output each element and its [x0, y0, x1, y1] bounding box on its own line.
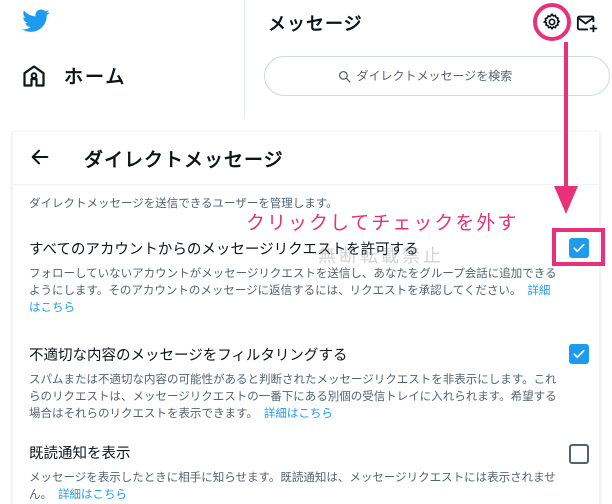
setting-allow-message-requests: すべてのアカウントからのメッセージリクエストを許可する フォローしていないアカウ…	[29, 238, 589, 316]
setting-title: 既読通知を表示	[29, 446, 131, 462]
annotation-instruction: クリックしてチェックを外す	[246, 212, 519, 234]
read-receipts-checkbox[interactable]	[569, 444, 589, 464]
setting-title: 不適切な内容のメッセージをフィルタリングする	[29, 348, 348, 364]
checkmark-icon	[573, 349, 585, 359]
setting-text: フォローしていないアカウントがメッセージリクエストを送信し、あなたをグループ会話…	[29, 266, 557, 315]
sidebar-divider	[244, 0, 245, 118]
setting-text: スパムまたは不適切な内容の可能性があると判断されたメッセージリクエストを非表示に…	[29, 372, 557, 421]
dm-settings-panel: ダイレクトメッセージ ダイレクトメッセージを送信できるユーザーを管理します。 す…	[12, 132, 600, 504]
back-arrow-icon[interactable]	[29, 146, 51, 168]
top-screenshot: ホーム メッセージ	[0, 0, 612, 118]
panel-title: ダイレクトメッセージ	[84, 149, 284, 171]
setting-title: すべてのアカウントからのメッセージリクエストを許可する	[29, 242, 419, 258]
filter-messages-checkbox[interactable]	[569, 344, 589, 364]
watermark: 無断転載禁止	[318, 246, 444, 267]
setting-filter-messages: 不適切な内容のメッセージをフィルタリングする スパムまたは不適切な内容の可能性が…	[29, 344, 589, 422]
home-icon	[23, 64, 45, 87]
panel-header: ダイレクトメッセージ	[13, 132, 599, 184]
search-box[interactable]	[264, 56, 610, 96]
learn-more-link[interactable]: 詳細はこちら	[58, 487, 127, 501]
messages-title: メッセージ	[268, 14, 363, 35]
header-divider	[13, 184, 599, 185]
nav-item-home-label: ホーム	[64, 66, 127, 88]
learn-more-link[interactable]: 詳細はこちら	[264, 406, 333, 420]
twitter-logo-icon[interactable]	[22, 9, 50, 33]
allow-message-requests-checkbox[interactable]	[569, 238, 589, 258]
nav-item-home[interactable]: ホーム	[22, 62, 126, 89]
settings-button[interactable]	[533, 3, 571, 41]
gear-icon	[542, 13, 561, 30]
setting-text: メッセージを表示したときに相手に知らせます。既読通知は、メッセージリクエストには…	[29, 470, 556, 502]
setting-read-receipts: 既読通知を表示 メッセージを表示したときに相手に知らせます。既読通知は、メッセー…	[29, 442, 589, 503]
new-message-icon[interactable]	[576, 12, 598, 34]
search-icon	[338, 70, 351, 83]
checkmark-icon	[573, 243, 585, 253]
search-input[interactable]	[356, 69, 537, 83]
